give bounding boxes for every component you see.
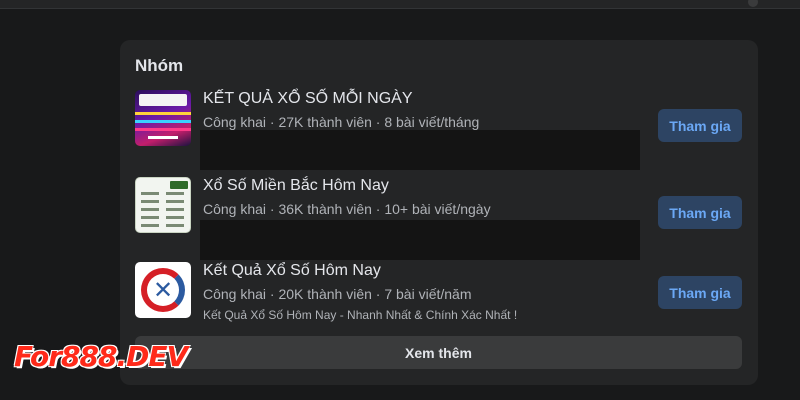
xs-logo-image[interactable]: ✕ [135,262,191,318]
banner-stripe [148,136,178,139]
banner-stripe [135,120,191,123]
group-name[interactable]: Kết Quả Xổ Số Hôm Nay [203,262,381,280]
table-cell [141,216,159,219]
group-name[interactable]: KẾT QUẢ XỔ SỐ MỖI NGÀY [203,90,413,108]
banner-tag-icon [139,94,187,106]
group-description: Kết Quả Xổ Số Hôm Nay - Nhanh Nhất & Chí… [203,308,518,322]
section-title: Nhóm [135,56,184,75]
table-cell [141,200,159,203]
banner-stripe [135,112,191,115]
logo-x-icon: ✕ [152,276,174,304]
join-button[interactable]: Tham gia [658,109,742,142]
lottery-banner-image[interactable] [135,90,191,146]
watermark-logo: For888.DEV [14,340,188,373]
join-button[interactable]: Tham gia [658,276,742,309]
group-item: Xổ Số Miền Bắc Hôm Nay Công khai · 36K t… [135,177,745,260]
group-meta: Công khai · 20K thành viên · 7 bài viết/… [203,286,472,302]
table-cell [141,192,159,195]
table-cell [141,208,159,211]
group-item: ✕ Kết Quả Xổ Số Hôm Nay Công khai · 20K … [135,262,745,332]
see-more-button[interactable]: Xem thêm [135,336,742,369]
table-cell [166,224,184,227]
group-name[interactable]: Xổ Số Miền Bắc Hôm Nay [203,177,389,195]
table-cell [141,224,159,227]
banner-stripe [135,128,191,131]
redacted-block [200,130,640,170]
table-cell [166,208,184,211]
group-item: KẾT QUẢ XỔ SỐ MỖI NGÀY Công khai · 27K t… [135,90,745,170]
group-meta: Công khai · 27K thành viên · 8 bài viết/… [203,114,480,130]
redacted-block [200,220,640,260]
top-bar [0,0,800,9]
group-meta: Công khai · 36K thành viên · 10+ bài viế… [203,201,491,217]
lottery-results-table-image[interactable] [135,177,191,233]
join-button[interactable]: Tham gia [658,196,742,229]
table-cell [166,216,184,219]
menu-icon[interactable] [748,0,758,7]
groups-card: Nhóm KẾT QUẢ XỔ SỐ MỖI NGÀY Công khai · … [120,40,758,385]
table-header-icon [170,181,188,189]
table-cell [166,192,184,195]
table-cell [166,200,184,203]
